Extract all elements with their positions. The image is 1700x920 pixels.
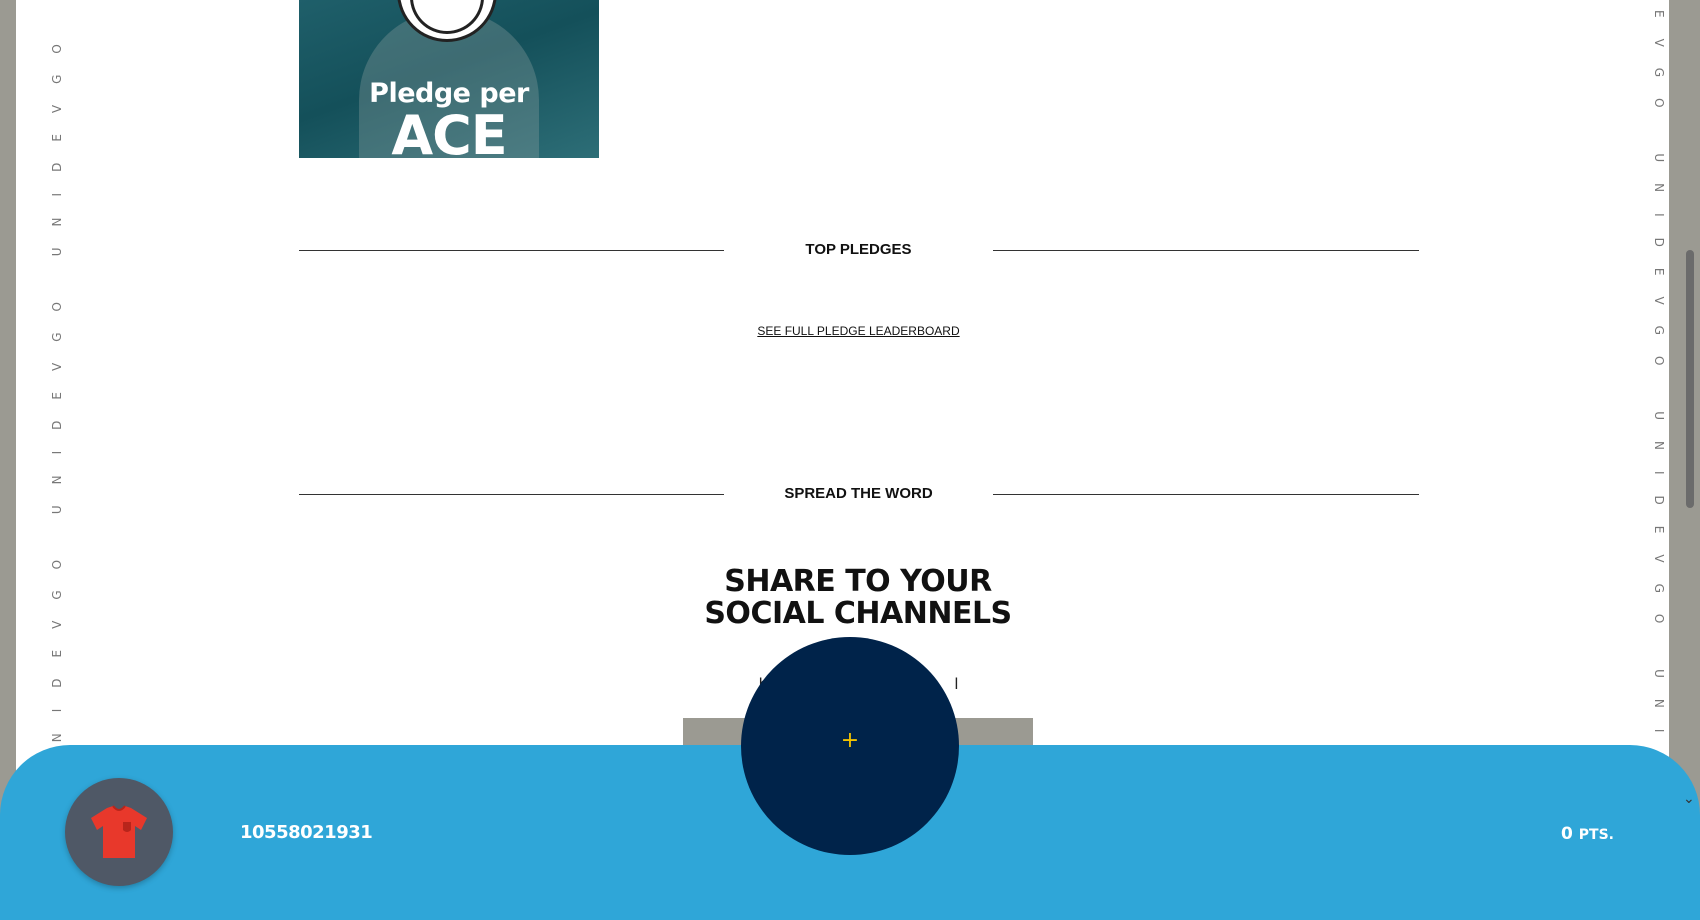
- share-title-line1: SHARE TO YOUR: [724, 564, 992, 599]
- avatar[interactable]: [65, 778, 173, 886]
- divider-left: [299, 250, 724, 251]
- section-title: TOP PLEDGES: [805, 241, 912, 258]
- full-leaderboard-link[interactable]: SEE FULL PLEDGE LEADERBOARD: [716, 324, 1001, 338]
- points-label: PTS.: [1578, 827, 1614, 843]
- vertical-brand-text-left: UNIDEVGO UNIDEVGO UNIDEVGO UNIDEVGO UNID…: [50, 0, 64, 772]
- top-pledges-heading: TOP PLEDGES: [299, 240, 1419, 260]
- jersey-icon: [91, 805, 147, 858]
- hero-line2: ACE: [391, 104, 507, 158]
- chevron-down-icon: ⌄: [1683, 791, 1695, 807]
- spread-the-word-heading: SPREAD THE WORD: [299, 484, 1419, 504]
- points-value: 0: [1561, 824, 1573, 844]
- user-id: 10558021931: [240, 822, 373, 843]
- divider-left: [299, 494, 724, 495]
- divider-right: [993, 494, 1419, 495]
- pledge-per-ace-image: Pledge per ACE: [299, 0, 599, 158]
- section-title: SPREAD THE WORD: [784, 485, 933, 502]
- share-title: SHARE TO YOUR SOCIAL CHANNELS: [616, 566, 1100, 630]
- scrollbar-thumb[interactable]: [1686, 250, 1694, 508]
- vertical-brand-text-right: EVGO UNIDEVGO UNIDEVGO UNIDEVGO UNI: [1652, 10, 1666, 920]
- divider-right: [993, 250, 1419, 251]
- share-subtitle-right: l: [954, 676, 959, 693]
- plus-icon: +: [840, 728, 860, 753]
- add-action-button[interactable]: +: [741, 637, 959, 855]
- points-display: 0 PTS.: [1520, 824, 1614, 844]
- share-title-line2: SOCIAL CHANNELS: [704, 596, 1012, 631]
